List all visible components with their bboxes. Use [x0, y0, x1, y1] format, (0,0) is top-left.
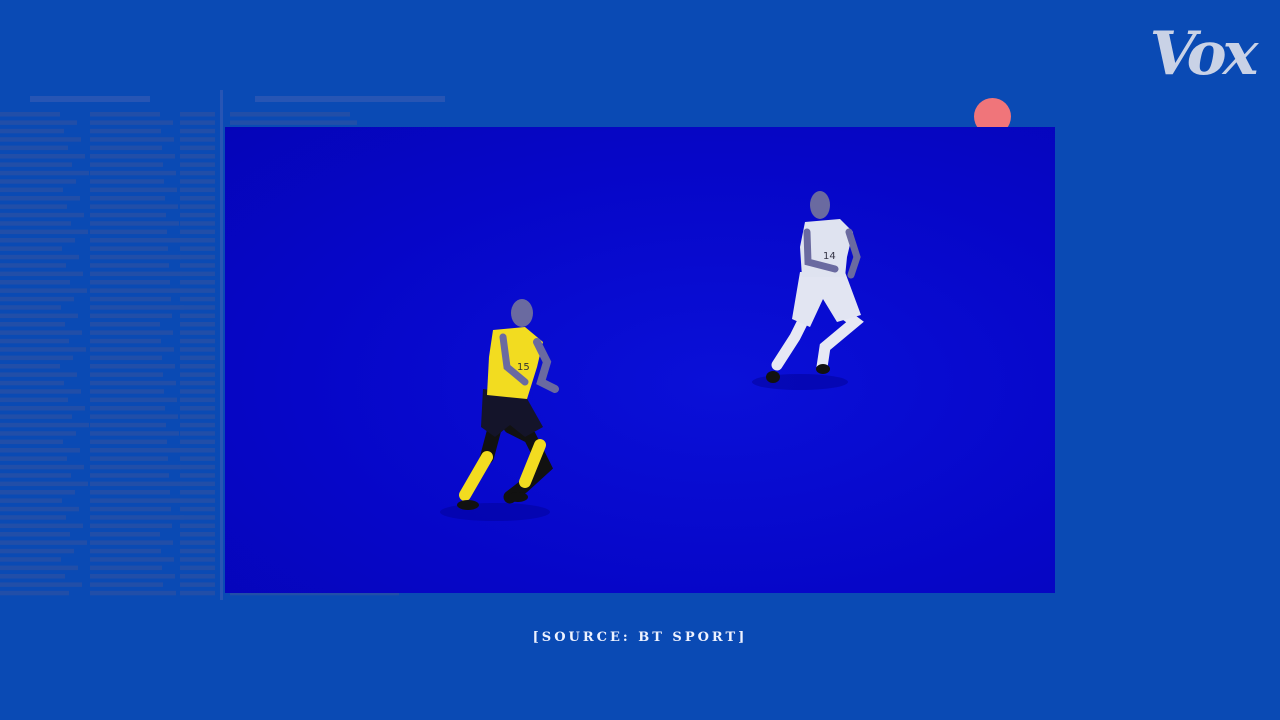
source-caption: [SOURCE: BT SPORT]: [532, 630, 748, 645]
player-yellow: 15: [457, 299, 559, 510]
svg-text:Vox: Vox: [1150, 19, 1260, 86]
player-yellow-number: 15: [517, 362, 530, 373]
vox-logo: Vox: [1150, 19, 1264, 86]
video-frame: 15 14: [225, 127, 1055, 593]
player-white-number: 14: [823, 251, 836, 262]
player-white: 14: [766, 191, 864, 383]
